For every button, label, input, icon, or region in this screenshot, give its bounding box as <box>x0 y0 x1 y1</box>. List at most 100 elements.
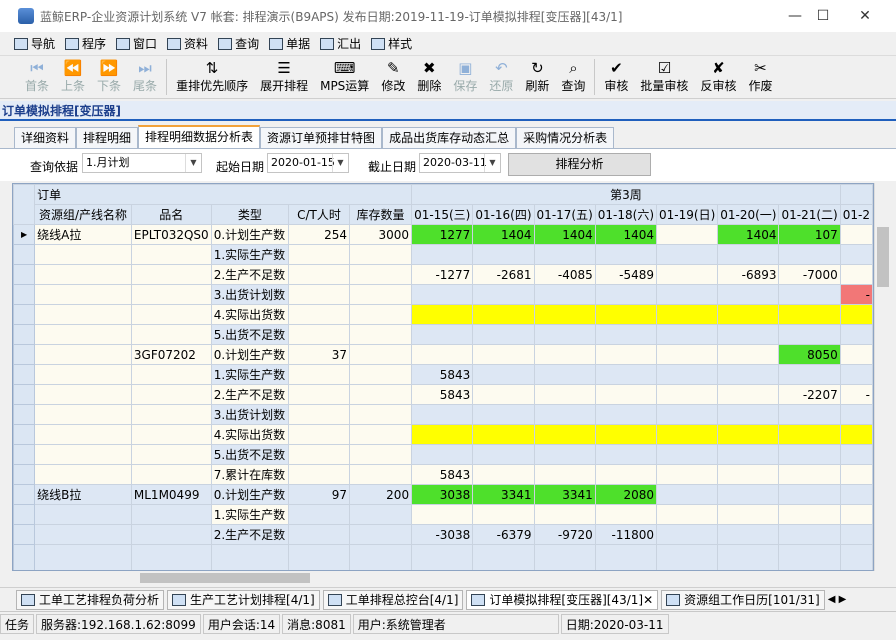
row-indicator[interactable] <box>13 264 36 285</box>
cell-ct[interactable] <box>287 304 351 325</box>
date-cell[interactable]: 3341 <box>533 484 596 505</box>
date-cell[interactable] <box>594 444 658 465</box>
column-header[interactable]: 资源组/产线名称 <box>34 204 132 225</box>
date-cell[interactable] <box>778 304 841 325</box>
date-cell[interactable] <box>533 344 596 365</box>
date-cell[interactable] <box>594 344 658 365</box>
tab[interactable]: 采购情况分析表 <box>516 127 615 149</box>
date-cell[interactable]: 3038 <box>411 484 474 505</box>
window-tab[interactable]: 订单模拟排程[变压器][43/1] ✕ <box>466 589 659 610</box>
date-cell[interactable]: -1277 <box>411 264 474 285</box>
cell-line[interactable] <box>34 344 132 365</box>
date-cell[interactable] <box>717 284 780 305</box>
cell-item[interactable]: EPLT032QS0 <box>130 224 212 245</box>
date-cell[interactable] <box>717 304 780 325</box>
date-cell[interactable] <box>839 244 873 265</box>
date-cell[interactable] <box>656 284 719 305</box>
date-cell[interactable]: 5843 <box>411 384 474 405</box>
cell-ct[interactable]: 37 <box>287 344 351 365</box>
cell-type[interactable]: 5.出货不足数 <box>210 324 289 345</box>
cell-stock[interactable] <box>349 324 413 345</box>
date-cell[interactable] <box>533 284 596 305</box>
window-tab[interactable]: 工单排程总控台[4/1] <box>322 589 464 610</box>
cell-type[interactable]: 4.实际出货数 <box>210 304 289 325</box>
cell-ct[interactable]: 254 <box>287 224 351 245</box>
date-cell[interactable] <box>717 424 780 445</box>
date-cell[interactable] <box>656 244 719 265</box>
toolbar-button[interactable]: ▣ 保存 <box>450 57 480 94</box>
date-cell[interactable] <box>594 244 658 265</box>
row-indicator[interactable] <box>13 284 36 305</box>
date-cell[interactable] <box>594 304 658 325</box>
row-indicator[interactable] <box>13 344 36 365</box>
date-cell[interactable] <box>472 464 535 485</box>
date-cell[interactable] <box>717 244 780 265</box>
date-cell[interactable] <box>717 364 780 385</box>
table-row[interactable]: 绕线B拉 ML1M0499 0.计划生产数 97 200 3038 3341 3341 2080 <box>13 484 873 505</box>
date-cell[interactable] <box>778 324 841 345</box>
date-cell[interactable] <box>411 444 474 465</box>
date-cell[interactable] <box>717 524 780 545</box>
date-cell[interactable] <box>778 284 841 305</box>
table-row[interactable]: 3.出货计划数 <box>13 404 873 425</box>
cell-type[interactable]: 3.出货计划数 <box>210 404 289 425</box>
tab[interactable]: 排程明细数据分析表 <box>138 125 261 149</box>
date-cell[interactable] <box>656 504 719 525</box>
cell-line[interactable] <box>34 324 132 345</box>
date-cell[interactable]: 1404 <box>594 224 658 245</box>
cell-stock[interactable] <box>349 344 413 365</box>
toolbar-button[interactable]: ⌨ MPS运算 <box>317 57 372 94</box>
date-cell[interactable] <box>594 404 658 425</box>
toolbar-button[interactable]: ✖ 删除 <box>414 57 444 94</box>
cell-ct[interactable] <box>287 264 351 285</box>
cell-line[interactable] <box>34 264 132 285</box>
date-cell[interactable] <box>411 324 474 345</box>
chevron-down-icon[interactable]: ▼ <box>185 154 201 172</box>
date-cell[interactable] <box>656 344 719 365</box>
date-cell[interactable]: 3341 <box>472 484 535 505</box>
date-cell[interactable]: 5843 <box>411 464 474 485</box>
date-cell[interactable]: -6893 <box>717 264 780 285</box>
menu-item[interactable]: 汇出 <box>320 35 361 52</box>
window-tab[interactable]: 生产工艺计划排程[4/1] <box>167 589 320 610</box>
date-cell[interactable] <box>533 384 596 405</box>
date-cell[interactable]: -2681 <box>472 264 535 285</box>
cell-stock[interactable] <box>349 404 413 425</box>
cell-item[interactable] <box>130 284 212 305</box>
cell-stock[interactable] <box>349 524 413 545</box>
row-indicator[interactable] <box>13 304 36 325</box>
cell-line[interactable] <box>34 504 132 525</box>
date-cell[interactable]: 1277 <box>411 224 474 245</box>
cell-line[interactable] <box>34 404 132 425</box>
cell-ct[interactable] <box>287 464 351 485</box>
table-row[interactable]: 3.出货计划数 - <box>13 284 873 305</box>
date-cell[interactable]: 5843 <box>411 364 474 385</box>
horizontal-scrollbar[interactable] <box>12 571 890 585</box>
date-cell[interactable]: 1404 <box>533 224 596 245</box>
date-cell[interactable] <box>656 484 719 505</box>
cell-type[interactable]: 2.生产不足数 <box>210 524 289 545</box>
date-cell[interactable] <box>839 484 873 505</box>
cell-ct[interactable] <box>287 384 351 405</box>
date-cell[interactable] <box>533 304 596 325</box>
menu-item[interactable]: 查询 <box>218 35 259 52</box>
row-indicator[interactable] <box>13 504 36 525</box>
date-cell[interactable] <box>778 244 841 265</box>
vertical-scrollbar[interactable] <box>874 183 890 571</box>
table-row[interactable]: 1.实际生产数 5843 <box>13 364 873 385</box>
date-cell[interactable]: -4085 <box>533 264 596 285</box>
date-column-header[interactable]: 01-16(四) <box>472 204 535 225</box>
toolbar-button[interactable]: ✎ 修改 <box>378 57 408 94</box>
close-tab-icon[interactable]: ✕ <box>643 593 653 607</box>
cell-line[interactable]: 绕线A拉 <box>34 224 132 245</box>
date-cell[interactable] <box>839 304 873 325</box>
cell-ct[interactable] <box>287 524 351 545</box>
table-row[interactable]: 7.累计在库数 5843 <box>13 464 873 485</box>
date-cell[interactable]: 1404 <box>717 224 780 245</box>
cell-item[interactable] <box>130 424 212 445</box>
date-column-header[interactable]: 01-17(五) <box>533 204 596 225</box>
date-cell[interactable] <box>472 364 535 385</box>
column-header[interactable]: 品名 <box>130 204 212 225</box>
window-tab[interactable]: 资源组工作日历[101/31] <box>661 589 825 610</box>
cell-type[interactable]: 0.计划生产数 <box>210 224 289 245</box>
